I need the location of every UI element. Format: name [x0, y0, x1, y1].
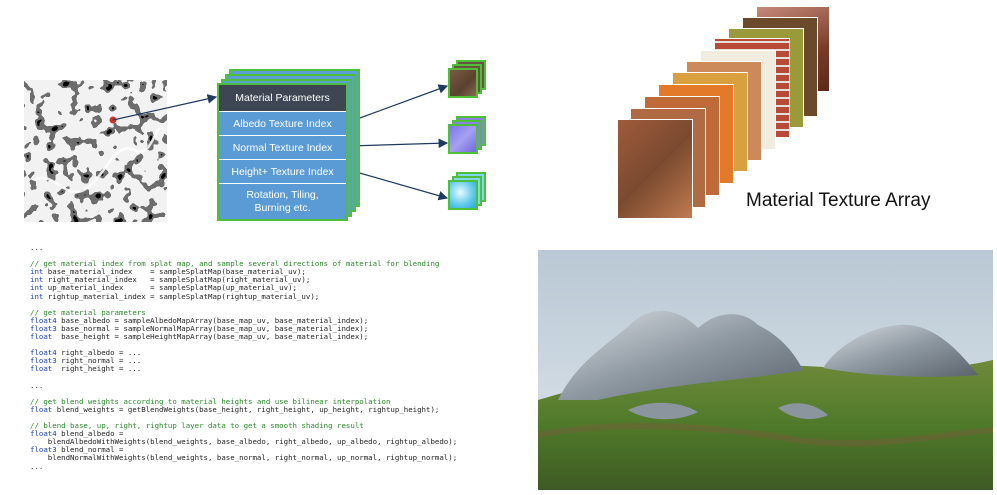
material-parameters-panel: Material Parameters Albedo Texture Index…	[217, 83, 348, 221]
sample-point-marker	[109, 116, 117, 124]
shader-code-block: ...// get material index from splat map,…	[30, 243, 510, 471]
height-index-row: Height+ Texture Index	[219, 159, 346, 183]
splat-map-image	[24, 80, 167, 222]
terrain-render-image	[538, 250, 993, 490]
code-line: blendNormalWithWeights(blend_weights, ba…	[30, 453, 458, 463]
code-line: int rightup_material_index = sampleSplat…	[30, 291, 320, 301]
texture-array-label: Material Texture Array	[746, 190, 931, 211]
code-type-keyword: float	[30, 404, 53, 414]
material-parameters-title: Material Parameters	[219, 85, 346, 111]
code-line: float base_height = sampleHeightMapArray…	[30, 332, 369, 342]
code-type-keyword: float	[30, 332, 53, 342]
albedo-index-row: Albedo Texture Index	[219, 111, 346, 135]
code-type-keyword: float	[30, 364, 53, 374]
code-line: float blend_weights = getBlendWeights(ba…	[30, 404, 440, 414]
height-thumbnail	[448, 180, 478, 210]
code-line: ...	[30, 461, 44, 471]
code-line: float right_height = ...	[30, 364, 142, 374]
code-line: ...	[30, 380, 44, 390]
normal-index-row: Normal Texture Index	[219, 135, 346, 159]
code-type-keyword: int	[30, 291, 44, 301]
extra-params-row: Rotation, Tiling, Burning etc.	[219, 183, 346, 219]
normal-thumbnail	[448, 124, 478, 154]
albedo-thumbnail	[448, 68, 478, 98]
code-line: ...	[30, 243, 44, 252]
texture-layer	[617, 119, 693, 219]
